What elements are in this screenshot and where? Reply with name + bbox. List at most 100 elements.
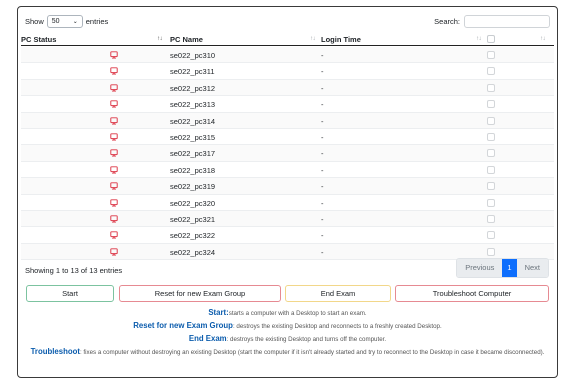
entries-per-page-select[interactable]: 50 ⌄	[46, 15, 83, 28]
help-end: End Exam: destroys the existing Desktop …	[21, 334, 554, 345]
login-time-cell: -	[321, 214, 324, 224]
help-start-desc: starts a computer with a Desktop to star…	[228, 310, 367, 317]
pc-name-cell: se022_pc320	[170, 198, 216, 208]
row-select-checkbox[interactable]	[487, 182, 495, 191]
row-select-checkbox[interactable]	[487, 51, 495, 59]
action-buttons: Start Reset for new Exam Group End Exam …	[26, 285, 549, 302]
row-select-checkbox[interactable]	[487, 83, 495, 92]
login-time-cell: -	[321, 51, 324, 60]
pc-name-cell: se022_pc322	[170, 231, 216, 241]
login-time-cell: -	[321, 149, 324, 159]
pagination: Previous 1 Next	[456, 258, 549, 278]
sort-icon[interactable]: ↑↓	[540, 36, 546, 42]
start-button[interactable]: Start	[26, 285, 114, 302]
row-select-checkbox[interactable]	[487, 231, 495, 240]
row-select-checkbox[interactable]	[487, 132, 495, 141]
help-end-desc: : destroys the existing Desktop and turn…	[226, 336, 387, 344]
page-1-button[interactable]: 1	[502, 259, 517, 277]
table-row[interactable]: se022_pc311 -	[21, 63, 554, 80]
table-row[interactable]: se022_pc321 -	[21, 210, 554, 228]
help-troubleshoot: Troubleshoot: fixes a computer without d…	[21, 347, 554, 358]
monitor-icon	[110, 67, 118, 75]
pc-name-cell: se022_pc321	[170, 214, 216, 224]
login-time-cell: -	[321, 67, 324, 77]
sort-icon[interactable]: ↑↓	[310, 36, 316, 42]
pc-name-cell: se022_pc311	[170, 67, 215, 77]
pc-name-cell: se022_pc313	[170, 100, 216, 110]
pc-name-cell: se022_pc317	[170, 149, 216, 159]
monitor-icon	[110, 182, 118, 190]
login-time-cell: -	[321, 100, 324, 110]
column-header-pc-name[interactable]: PC Name	[170, 35, 203, 44]
row-select-checkbox[interactable]	[487, 67, 495, 76]
help-troubleshoot-term: Troubleshoot	[30, 347, 80, 357]
table-info: Showing 1 to 13 of 13 entries	[25, 266, 123, 275]
table-row[interactable]: se022_pc312 -	[21, 79, 554, 97]
troubleshoot-computer-button[interactable]: Troubleshoot Computer	[395, 285, 549, 302]
select-all-checkbox[interactable]	[487, 35, 495, 43]
table-controls: Show 50 ⌄ entries Search:	[25, 14, 550, 30]
search-control: Search:	[434, 15, 550, 28]
sort-icon[interactable]: ↑↓	[476, 36, 482, 42]
login-time-cell: -	[321, 247, 324, 257]
row-select-checkbox[interactable]	[487, 149, 495, 158]
table-row[interactable]: se022_pc315 -	[21, 129, 554, 146]
pc-name-cell: se022_pc314	[170, 116, 216, 126]
monitor-icon	[110, 116, 118, 125]
table-row[interactable]: se022_pc320 -	[21, 195, 554, 211]
sort-icon[interactable]: ↑↓	[157, 36, 163, 42]
table-row[interactable]: se022_pc317 -	[21, 145, 554, 162]
table-row[interactable]: se022_pc318 -	[21, 162, 554, 179]
help-end-term: End Exam	[188, 334, 227, 344]
login-time-cell: -	[321, 116, 324, 126]
row-select-checkbox[interactable]	[487, 247, 495, 256]
column-header-pc-status[interactable]: PC Status	[21, 35, 56, 44]
entries-length-control: Show 50 ⌄ entries	[25, 15, 108, 28]
monitor-icon	[110, 198, 118, 207]
exam-pc-panel: Show 50 ⌄ entries Search: PC Status ↑↓ P…	[17, 6, 558, 378]
row-select-checkbox[interactable]	[487, 165, 495, 174]
table-row[interactable]: se022_pc313 -	[21, 96, 554, 113]
monitor-icon	[110, 166, 118, 174]
pc-name-cell: se022_pc315	[170, 132, 216, 142]
login-time-cell: -	[321, 83, 324, 93]
search-label: Search:	[434, 17, 460, 26]
column-header-login-time[interactable]: Login Time	[321, 35, 361, 44]
pc-name-cell: se022_pc310	[170, 51, 216, 60]
login-time-cell: -	[321, 132, 324, 142]
help-reset: Reset for new Exam Group: destroys the e…	[21, 321, 554, 332]
monitor-icon	[110, 231, 118, 239]
table-row[interactable]: se022_pc310 -	[21, 47, 554, 64]
row-select-checkbox[interactable]	[487, 100, 495, 109]
help-troubleshoot-desc: : fixes a computer without destroying an…	[79, 349, 545, 357]
monitor-icon	[110, 133, 118, 141]
entries-per-page-value: 50	[51, 18, 60, 25]
pc-table: PC Status ↑↓ PC Name ↑↓ Login Time ↑↓ ↑↓…	[21, 33, 554, 261]
chevron-down-icon: ⌄	[72, 19, 78, 25]
login-time-cell: -	[321, 165, 324, 175]
help-reset-desc: : destroys the existing Desktop and reco…	[232, 323, 442, 331]
reset-exam-group-button[interactable]: Reset for new Exam Group	[119, 285, 281, 302]
help-start: Start:starts a computer with a Desktop t…	[21, 308, 554, 319]
help-text: Start:starts a computer with a Desktop t…	[21, 308, 554, 360]
entries-label: entries	[85, 17, 109, 26]
login-time-cell: -	[321, 182, 324, 192]
pc-name-cell: se022_pc319	[170, 182, 216, 192]
table-row[interactable]: se022_pc314 -	[21, 112, 554, 129]
table-row[interactable]: se022_pc319 -	[21, 178, 554, 195]
monitor-icon	[110, 84, 118, 92]
pc-name-cell: se022_pc324	[170, 247, 216, 257]
help-start-term: Start:	[208, 308, 229, 317]
row-select-checkbox[interactable]	[487, 116, 495, 125]
help-reset-term: Reset for new Exam Group	[133, 321, 233, 331]
pc-name-cell: se022_pc318	[170, 165, 216, 175]
monitor-icon	[110, 215, 118, 223]
row-select-checkbox[interactable]	[487, 198, 495, 207]
search-input[interactable]	[464, 15, 550, 28]
previous-page-button[interactable]: Previous	[457, 259, 503, 277]
login-time-cell: -	[321, 198, 324, 208]
end-exam-button[interactable]: End Exam	[285, 285, 391, 302]
table-row[interactable]: se022_pc322 -	[21, 227, 554, 244]
next-page-button[interactable]: Next	[516, 259, 548, 277]
row-select-checkbox[interactable]	[487, 214, 495, 223]
